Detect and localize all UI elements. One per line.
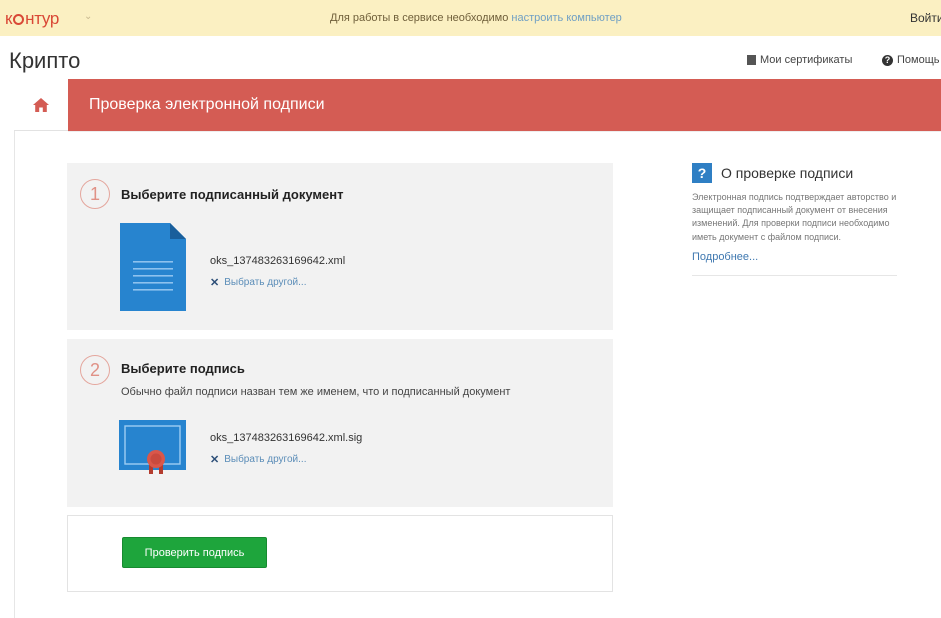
page-title: Проверка электронной подписи [89,96,325,113]
setup-computer-link[interactable]: настроить компьютер [511,12,621,24]
choose-other-document-label: Выбрать другой... [224,277,307,288]
signature-file-name: oks_137483263169642.xml.sig [210,432,363,444]
my-certificates-link[interactable]: Мои сертификаты [747,54,852,66]
about-verification-title: О проверке подписи [721,165,854,181]
step-signature-panel: 2 Выберите подпись Обычно файл подписи н… [67,339,613,507]
logo-text-end: нтур [25,9,60,28]
document-file-name: oks_137483263169642.xml [210,255,346,267]
about-verification-text: Электронная подпись подтверждает авторст… [692,192,897,242]
question-icon: ? [692,163,712,183]
about-verification-header: ? О проверке подписи [692,163,897,183]
step-number-2: 2 [80,355,110,385]
app-title[interactable]: Крипто [9,48,80,74]
help-label: Помощь [897,54,940,66]
content-divider-top [68,131,941,132]
chevron-down-icon[interactable]: ⌄ [84,11,92,22]
learn-more-link[interactable]: Подробнее... [692,251,897,263]
choose-other-signature-label: Выбрать другой... [224,454,307,465]
close-icon: ✕ [210,277,220,289]
my-certificates-label: Мои сертификаты [760,54,853,66]
signature-certificate-icon [119,420,189,483]
help-circle-icon: ? [882,54,893,66]
logo-ring-icon [13,14,25,25]
choose-other-signature-link[interactable]: ✕ Выбрать другой... [210,453,306,466]
setup-notice: Для работы в сервисе необходимо настроит… [330,12,622,24]
certificate-icon [747,55,756,65]
step-document-panel: 1 Выберите подписанный документ oks_1374… [67,163,613,330]
choose-other-document-link[interactable]: ✕ Выбрать другой... [210,276,306,289]
action-panel: Проверить подпись [67,515,613,592]
sidebar-divider [692,274,897,276]
logo-text-start: к [5,9,13,28]
notice-text: Для работы в сервисе необходимо [330,12,509,24]
top-notification-bar: к нтур ⌄ Для работы в сервисе необходимо … [0,0,941,36]
step-document-title: Выберите подписанный документ [121,187,344,202]
home-button[interactable] [14,79,68,131]
step-number-1: 1 [80,179,110,209]
help-link[interactable]: ? Помощь [882,54,940,66]
verify-signature-button[interactable]: Проверить подпись [122,537,267,568]
about-verification-panel: ? О проверке подписи Электронная подпись… [692,163,897,276]
step-signature-title: Выберите подпись [121,361,245,376]
kontur-logo[interactable]: к нтур [5,9,59,29]
page-title-bar: Проверка электронной подписи [68,79,941,131]
login-link[interactable]: Войти [910,11,941,25]
content-divider [14,131,15,618]
document-icon [120,223,186,316]
home-icon [33,97,49,112]
close-icon: ✕ [210,454,220,466]
step-signature-hint: Обычно файл подписи назван тем же именем… [121,386,511,398]
